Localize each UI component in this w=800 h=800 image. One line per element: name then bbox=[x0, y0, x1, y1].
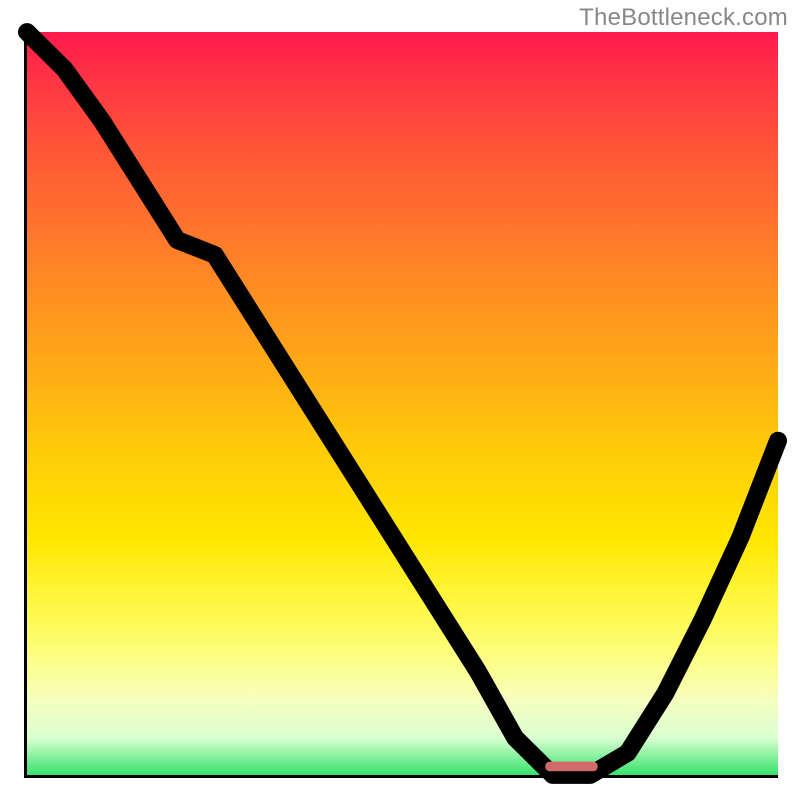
plot-area bbox=[24, 32, 778, 778]
chart-container: { "watermark": "TheBottleneck.com", "col… bbox=[0, 0, 800, 800]
watermark-text: TheBottleneck.com bbox=[579, 4, 788, 32]
curve-layer bbox=[27, 32, 778, 775]
bottleneck-curve bbox=[27, 32, 778, 775]
optimal-range-marker bbox=[545, 762, 598, 772]
